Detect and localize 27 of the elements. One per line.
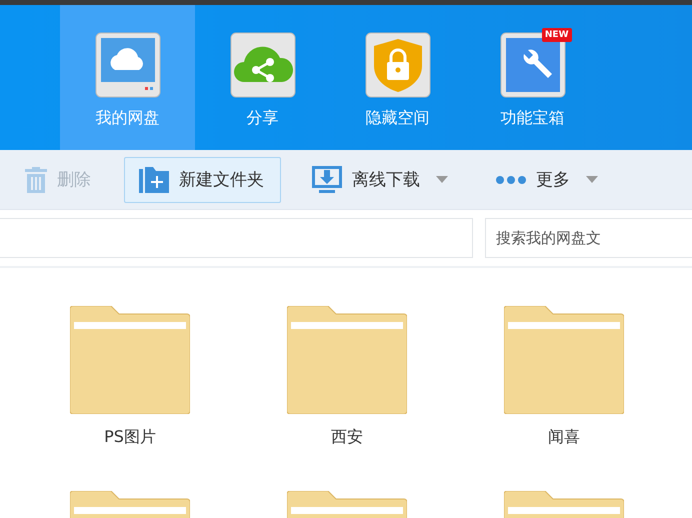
folder-plus-icon — [139, 166, 169, 192]
lock-icon — [364, 32, 430, 98]
folder-name: PS图片 — [104, 427, 156, 448]
new-badge: NEW — [542, 28, 572, 42]
folder-name: 西安 — [331, 427, 363, 448]
more-dots-icon — [496, 176, 526, 184]
nav-label: 隐藏空间 — [366, 108, 430, 129]
nav-tab[interactable]: 分享 — [195, 5, 330, 150]
folder-name: 闻喜 — [548, 427, 580, 448]
cloud-icon — [94, 32, 160, 98]
share-icon — [230, 32, 296, 98]
nav-tab[interactable]: 隐藏空间 — [330, 5, 465, 150]
folder-icon[interactable] — [287, 306, 407, 414]
folder-icon[interactable] — [504, 306, 624, 414]
folder-icon[interactable] — [70, 306, 190, 414]
nav-label: 我的网盘 — [96, 108, 160, 129]
download-monitor-icon — [312, 166, 342, 194]
toolbar-button[interactable]: 更多 — [495, 156, 615, 202]
toolbar-button[interactable]: 离线下载 — [311, 156, 465, 202]
toolbar-button[interactable]: 新建文件夹 — [124, 156, 281, 202]
nav-label: 分享 — [246, 108, 278, 129]
nav-tab[interactable]: 我的网盘 — [60, 5, 195, 150]
path-field[interactable] — [0, 218, 473, 258]
nav-tab[interactable]: NEW 功能宝箱 — [465, 5, 600, 150]
search-field[interactable]: 搜索我的网盘文 — [485, 218, 692, 258]
trash-icon — [25, 166, 47, 192]
nav-label: 功能宝箱 — [500, 108, 564, 129]
